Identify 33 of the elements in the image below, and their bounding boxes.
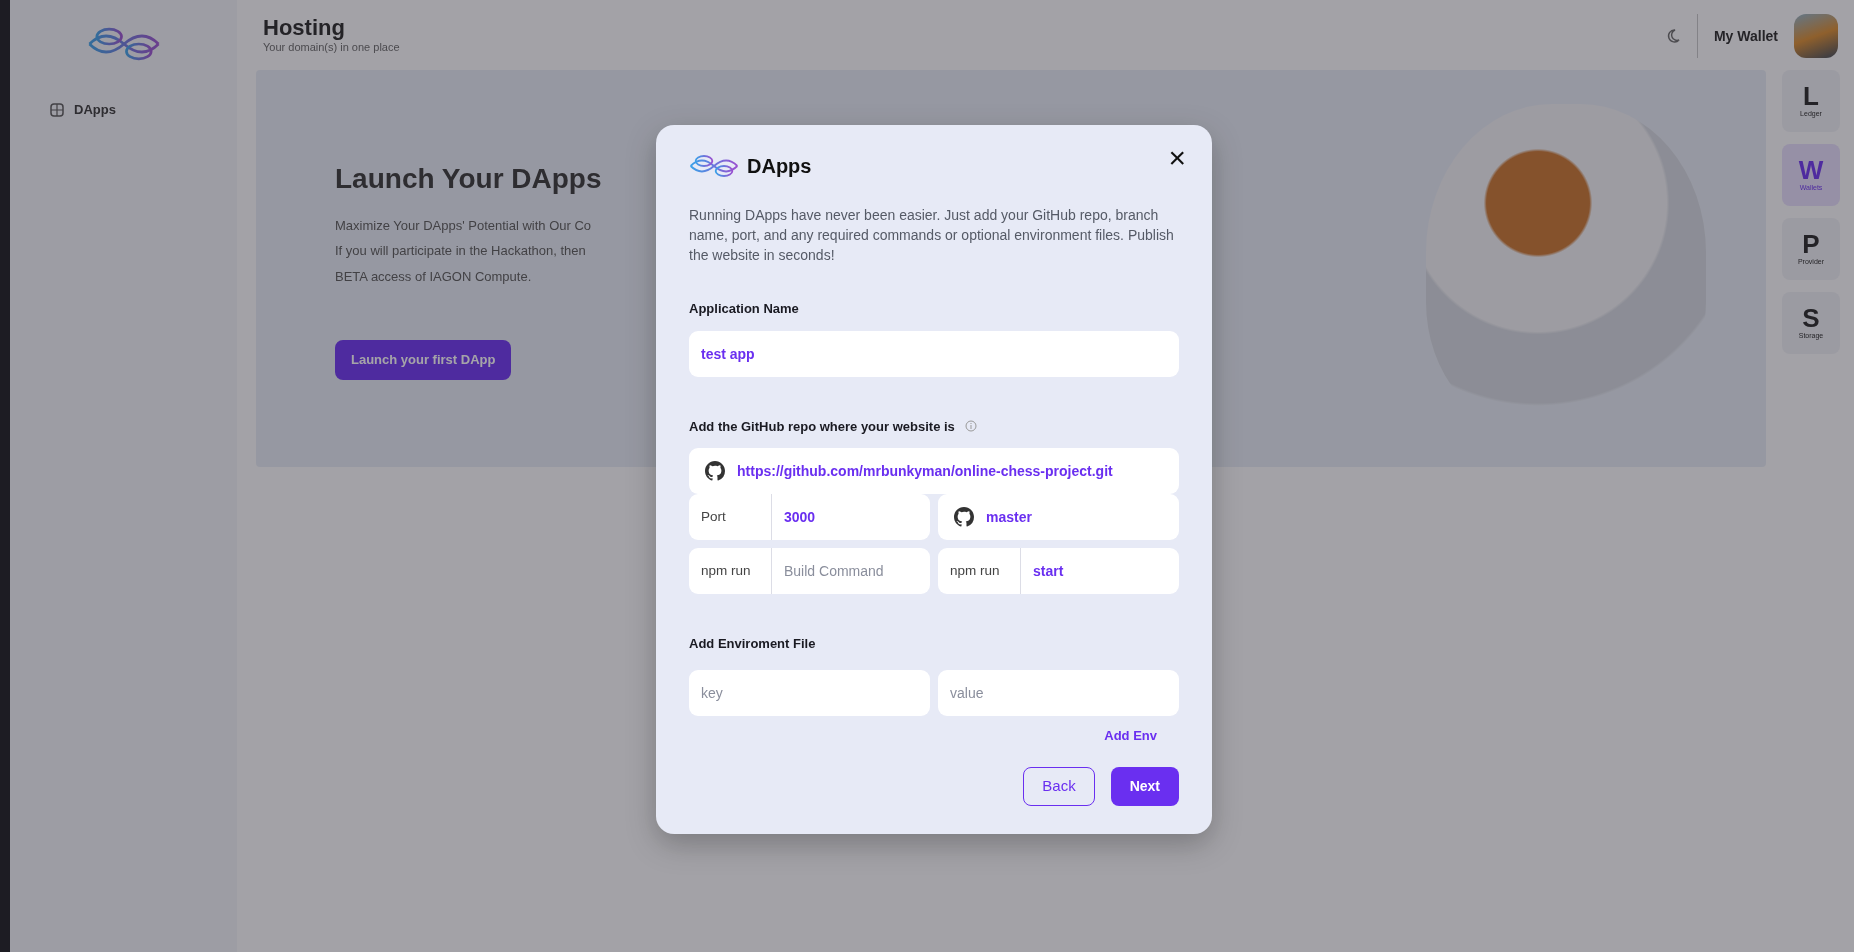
hero-text: Maximize Your DApps' Potential with Our Co	[335, 216, 593, 235]
text-field[interactable]: key	[689, 669, 930, 716]
field-label: Add Enviroment File	[689, 635, 817, 653]
text-field[interactable]: 3000	[772, 494, 930, 540]
field-label: Application Name	[689, 300, 800, 318]
avatar-image[interactable]	[1794, 14, 1838, 58]
launch-button[interactable]: Launch your first DApp	[335, 340, 512, 380]
page-subtitle: Your domain(s) in one place	[263, 40, 400, 55]
hero-text: BETA access of IAGON Compute.	[335, 267, 533, 286]
github-icon	[705, 461, 725, 481]
dialog-description: Running DApps have never been easier. Just add your GitHub repo, branch name, port, and any required commands or optional environment files. Publish the website in seconds!	[689, 206, 1175, 265]
input-group[interactable]: npm run Build Command	[689, 548, 930, 594]
text-field[interactable]: start	[1021, 548, 1179, 594]
wallet-label[interactable]: My Wallet	[1713, 25, 1778, 47]
github-icon	[954, 507, 974, 527]
page-title: Hosting	[263, 16, 346, 39]
field-label: Add the GitHub repo where your website is	[689, 417, 955, 436]
sidebar-item[interactable]: DApps	[30, 94, 217, 126]
text-field[interactable]: value	[938, 669, 1179, 716]
input-group[interactable]: Port 3000	[689, 494, 930, 540]
close-button[interactable]: ×	[1164, 143, 1190, 173]
text-field[interactable]: Build Command	[772, 548, 930, 594]
dialog-title: DApps	[747, 154, 812, 179]
grid-icon	[50, 102, 64, 117]
input-group[interactable]: npm run start	[938, 548, 1179, 594]
next-button[interactable]: Next	[1110, 767, 1179, 806]
add-env-link[interactable]: Add Env	[1104, 725, 1157, 745]
hero-text: If you will participate in the Hackathon, then	[335, 242, 587, 260]
hero-title: Launch Your DApps	[335, 161, 602, 196]
dapps-logo-icon	[689, 153, 739, 179]
info-icon[interactable]	[964, 420, 977, 433]
back-button[interactable]: Back	[1023, 767, 1095, 806]
text-field[interactable]: test app	[689, 330, 1179, 377]
